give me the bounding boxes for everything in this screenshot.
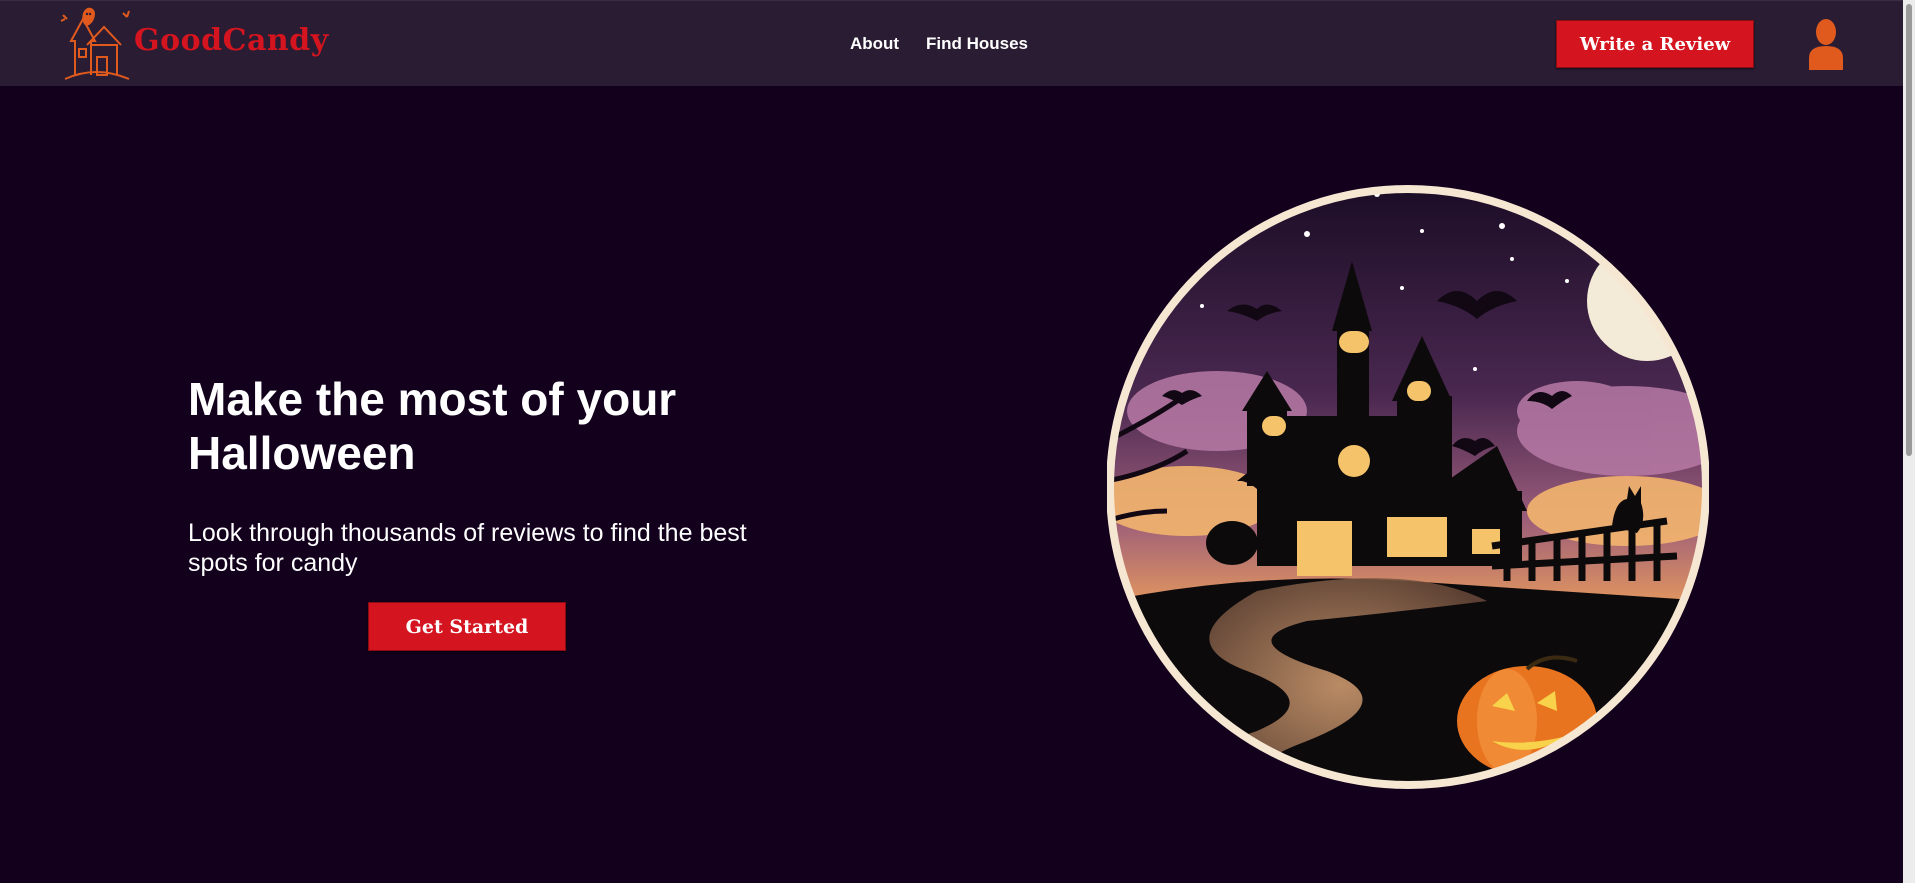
scrollbar-thumb[interactable] [1906,4,1912,456]
nav-link-about[interactable]: About [850,34,899,54]
page-scrollbar[interactable] [1903,0,1915,883]
haunted-house-illustration [1107,185,1709,789]
top-navbar: GoodCandy About Find Houses Write a Revi… [0,0,1903,86]
brand-name[interactable]: GoodCandy [134,23,329,58]
haunted-house-logo-icon[interactable] [57,5,135,81]
user-avatar-icon[interactable] [1806,18,1846,72]
get-started-button[interactable]: Get Started [368,602,566,651]
hero-subtitle: Look through thousands of reviews to fin… [188,519,747,577]
nav-link-find-houses[interactable]: Find Houses [926,34,1028,54]
write-review-button[interactable]: Write a Review [1556,20,1754,68]
hero-title: Make the most of your Halloween [188,373,677,479]
